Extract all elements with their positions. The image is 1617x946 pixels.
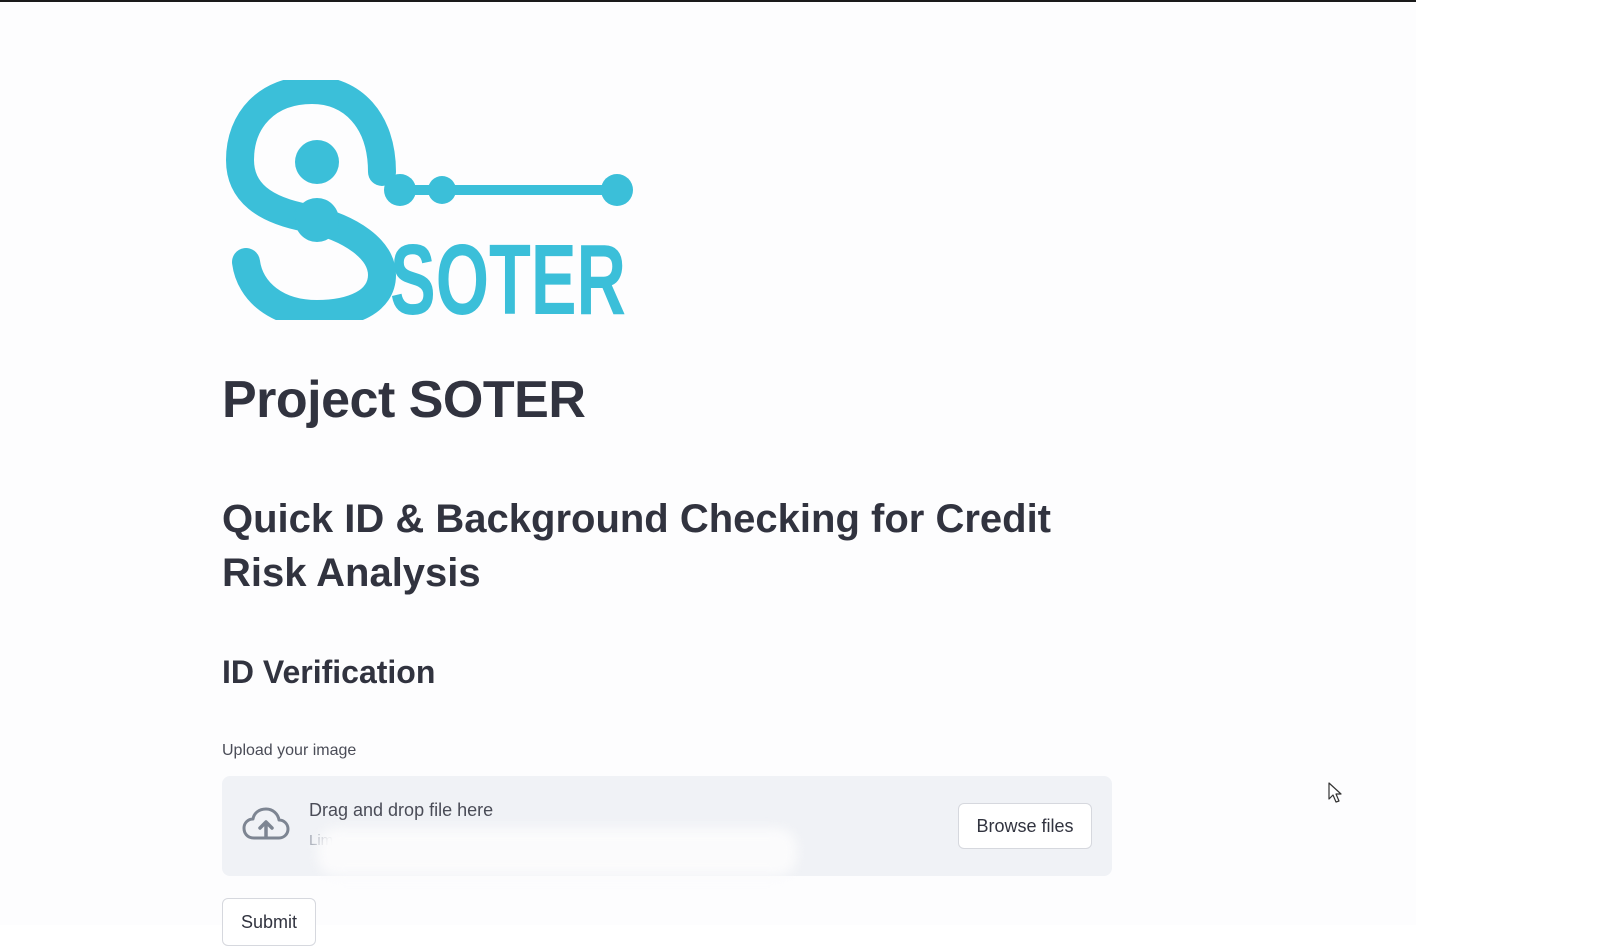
upload-label: Upload your image bbox=[222, 742, 357, 759]
cloud-upload-icon bbox=[242, 807, 290, 840]
page-title: Project SOTER bbox=[222, 371, 586, 429]
redacted-overlay bbox=[317, 828, 797, 876]
mouse-cursor-icon bbox=[1328, 782, 1342, 803]
browse-files-button[interactable]: Browse files bbox=[958, 803, 1092, 849]
logo-wordmark: SOTER bbox=[390, 224, 626, 320]
submit-button[interactable]: Submit bbox=[222, 898, 316, 946]
file-dropzone[interactable]: Drag and drop file here Lim Browse files bbox=[222, 776, 1112, 876]
dropzone-title: Drag and drop file here bbox=[309, 800, 494, 820]
soter-logo: SOTER bbox=[225, 80, 633, 320]
page-subtitle: Quick ID & Background Checking for Credi… bbox=[222, 497, 1052, 595]
id-verification-heading: ID Verification bbox=[222, 654, 436, 690]
main-content: SOTER Project SOTER Quick ID & Backgroun… bbox=[222, 80, 1112, 946]
